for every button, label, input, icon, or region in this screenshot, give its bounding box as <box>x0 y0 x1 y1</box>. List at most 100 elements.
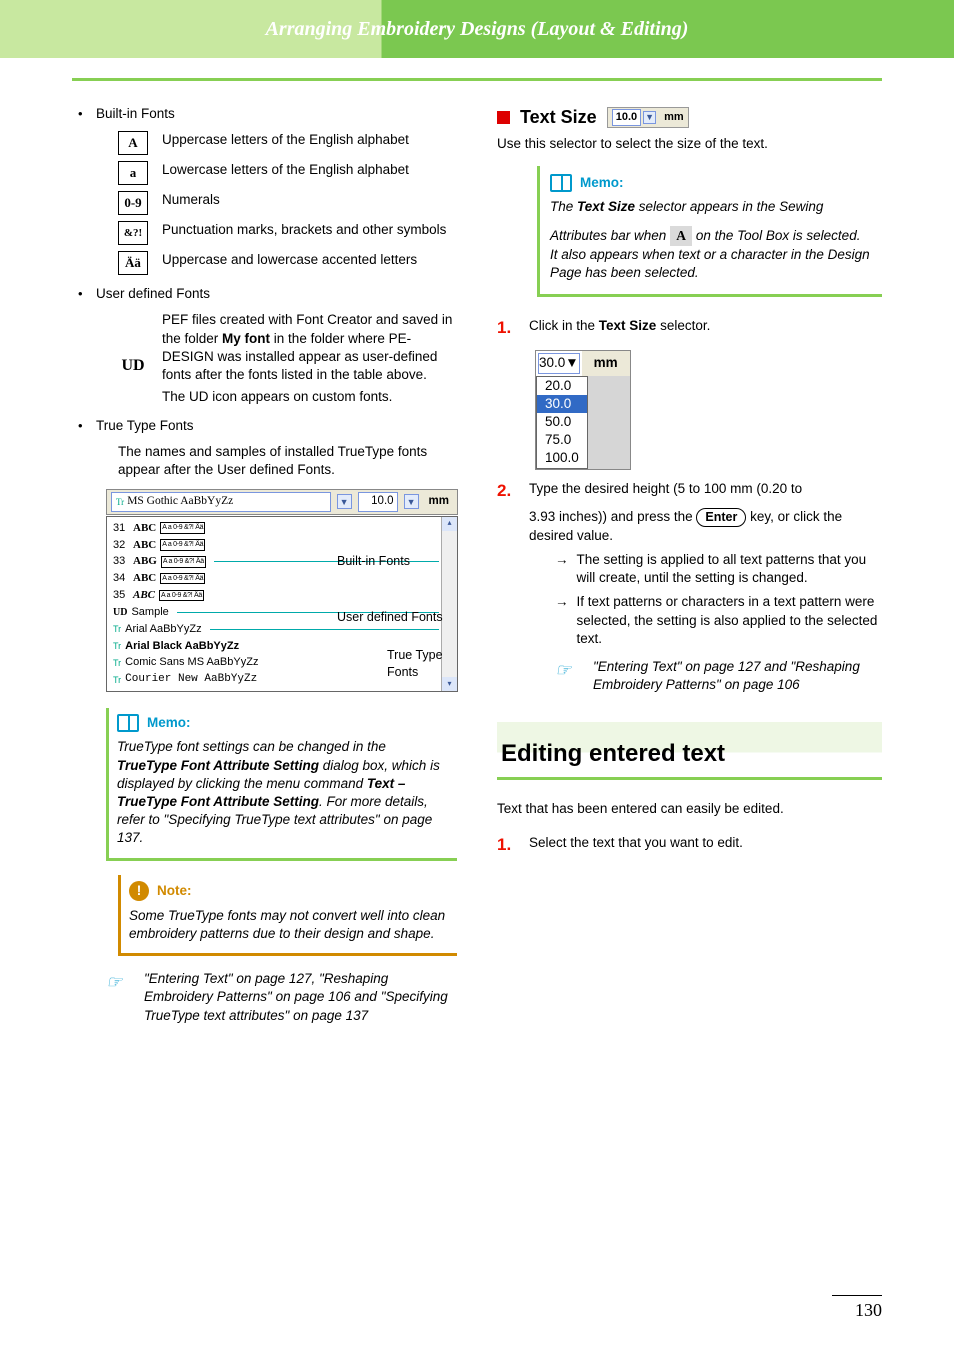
icon-desc: Numerals <box>162 191 457 209</box>
icon-desc: Punctuation marks, brackets and other sy… <box>162 221 457 239</box>
font-list-body: 31ABC A a 0-9 &?! Ää 32ABC A a 0-9 &?! Ä… <box>106 516 458 692</box>
arrow-right-icon: → <box>555 551 569 587</box>
font-sample-text: MS Gothic AaBbYyZz <box>127 494 233 510</box>
truetype-glyph-icon: Tr <box>113 674 121 686</box>
sub-bullet: → If text patterns or characters in a te… <box>555 593 882 648</box>
note-box: ! Note: Some TrueType fonts may not conv… <box>118 875 457 956</box>
callout-user: User defined Fonts <box>337 609 443 626</box>
dropdown-caret-icon: ▼ <box>643 111 656 124</box>
text: The setting is applied to all text patte… <box>577 551 883 587</box>
intro-text: Text that has been entered can easily be… <box>497 800 882 818</box>
sub-bullet: → The setting is applied to all text pat… <box>555 551 882 587</box>
memo-box: Memo: TrueType font settings can be chan… <box>106 708 457 861</box>
memo-text: Attributes bar when A on the Tool Box is… <box>550 226 870 282</box>
callout-builtin: Built-in Fonts <box>337 553 410 570</box>
memo-icon <box>117 714 139 732</box>
text: The UD icon appears on custom fonts. <box>162 388 457 406</box>
unit-label: mm <box>582 351 630 375</box>
bullet-text: User defined Fonts <box>96 285 457 303</box>
step-body: Type the desired height (5 to 100 mm (0.… <box>529 480 882 695</box>
section-heading-text-size: Text Size 10.0 ▼ mm <box>497 105 882 129</box>
reference-text: "Entering Text" on page 127 and "Reshapi… <box>593 658 882 694</box>
list-item: 100.0 <box>537 449 587 467</box>
list-item: 20.0 <box>537 377 587 395</box>
memo-title: Memo: <box>580 174 624 192</box>
ud-small-icon: UD <box>113 606 127 620</box>
note-title: Note: <box>157 882 192 900</box>
font-selector-bar: Tr MS Gothic AaBbYyZz ▼ 10.0 ▼ mm <box>106 489 458 515</box>
font-icon-row: 0-9 Numerals <box>118 191 457 215</box>
note-heading: ! Note: <box>129 881 447 901</box>
text-bold: My font <box>222 331 270 346</box>
memo-heading: Memo: <box>117 714 447 732</box>
bullet-text: Built-in Fonts <box>96 105 457 123</box>
step-number: 1. <box>497 834 515 857</box>
header-band: Arranging Embroidery Designs (Layout & E… <box>0 0 954 58</box>
user-defined-row: UD PEF files created with Font Creator a… <box>118 311 457 406</box>
section-title: Text Size <box>520 105 597 129</box>
punctuation-icon: &?! <box>118 221 148 245</box>
list-item: 34ABC A a 0-9 &?! Ää <box>113 570 439 587</box>
text: If text patterns or characters in a text… <box>577 593 883 648</box>
text: Type the desired height (5 to 100 mm (0.… <box>529 480 882 498</box>
truetype-glyph-icon: Tr <box>113 623 121 635</box>
memo-text: The Text Size selector appears in the Se… <box>550 198 870 216</box>
step-1: 1. Click in the Text Size selector. <box>497 317 882 340</box>
size-field: 10.0 <box>358 492 398 512</box>
font-icon-row: Ää Uppercase and lowercase accented lett… <box>118 251 457 275</box>
font-icon-row: a Lowercase letters of the English alpha… <box>118 161 457 185</box>
bullet-user-fonts: • User defined Fonts <box>72 285 457 303</box>
scroll-up-icon: ▴ <box>442 517 457 531</box>
edit-step-1: 1. Select the text that you want to edit… <box>497 834 882 857</box>
icon-desc: Lowercase letters of the English alphabe… <box>162 161 457 179</box>
selected-value: 30.0 <box>539 354 565 372</box>
page-body: • Built-in Fonts A Uppercase letters of … <box>0 105 954 1065</box>
size-dropdown-illustration: 30.0 ▼ mm 20.0 30.0 50.0 75.0 100.0 <box>535 350 882 469</box>
list-item: 75.0 <box>537 431 587 449</box>
bullet-truetype-fonts: • True Type Fonts <box>72 417 457 435</box>
font-icon-row: A Uppercase letters of the English alpha… <box>118 131 457 155</box>
bullet-builtin-fonts: • Built-in Fonts <box>72 105 457 123</box>
alert-icon: ! <box>129 881 149 901</box>
right-column: Text Size 10.0 ▼ mm Use this selector to… <box>497 105 882 1025</box>
reference-row: ☞ "Entering Text" on page 127, "Reshapin… <box>106 970 457 1025</box>
note-text: Some TrueType fonts may not convert well… <box>129 908 445 941</box>
intro-text: Use this selector to select the size of … <box>497 135 882 153</box>
font-list-illustration: Tr MS Gothic AaBbYyZz ▼ 10.0 ▼ mm 31ABC … <box>106 489 458 692</box>
header-rule <box>72 78 882 81</box>
truetype-glyph-icon: Tr <box>113 640 121 652</box>
unit-label: mm <box>425 494 453 510</box>
reference-text: "Entering Text" on page 127, "Reshaping … <box>144 970 457 1025</box>
left-column: • Built-in Fonts A Uppercase letters of … <box>72 105 457 1025</box>
font-name-field: Tr MS Gothic AaBbYyZz <box>111 492 331 512</box>
truetype-glyph-icon: Tr <box>116 496 124 508</box>
list-item: 35ABC A a 0-9 &?! Ää <box>113 587 439 604</box>
memo-box: Memo: The Text Size selector appears in … <box>537 166 882 298</box>
header-title: Arranging Embroidery Designs (Layout & E… <box>266 16 689 43</box>
section-marker-icon <box>497 111 510 124</box>
ud-desc: PEF files created with Font Creator and … <box>162 311 457 406</box>
text-tool-icon: A <box>670 226 692 246</box>
list-item: 50.0 <box>537 413 587 431</box>
dropdown-caret-icon: ▼ <box>404 494 419 509</box>
memo-heading: Memo: <box>550 174 870 192</box>
list-item: 30.0 <box>537 395 587 413</box>
dropdown-grey-area <box>588 376 630 469</box>
dropdown-caret-icon: ▼ <box>337 494 352 509</box>
ud-icon: UD <box>118 353 148 377</box>
icon-desc: Uppercase letters of the English alphabe… <box>162 131 457 149</box>
page-number: 130 <box>832 1295 882 1322</box>
unit-label: mm <box>664 110 684 125</box>
bullet-dot: • <box>72 285 96 303</box>
arrow-right-icon: → <box>555 593 569 648</box>
text-bold: TrueType Font Attribute Setting <box>117 758 319 773</box>
bullet-dot: • <box>72 417 96 435</box>
memo-icon <box>550 174 572 192</box>
reference-row: ☞ "Entering Text" on page 127 and "Resha… <box>555 658 882 694</box>
truetype-desc: The names and samples of installed TrueT… <box>118 443 457 479</box>
step-body: Click in the Text Size selector. <box>529 317 882 340</box>
accented-icon: Ää <box>118 251 148 275</box>
lowercase-icon: a <box>118 161 148 185</box>
size-selector-inline: 10.0 ▼ mm <box>607 107 689 128</box>
list-item: 31ABC A a 0-9 &?! Ää <box>113 520 439 537</box>
